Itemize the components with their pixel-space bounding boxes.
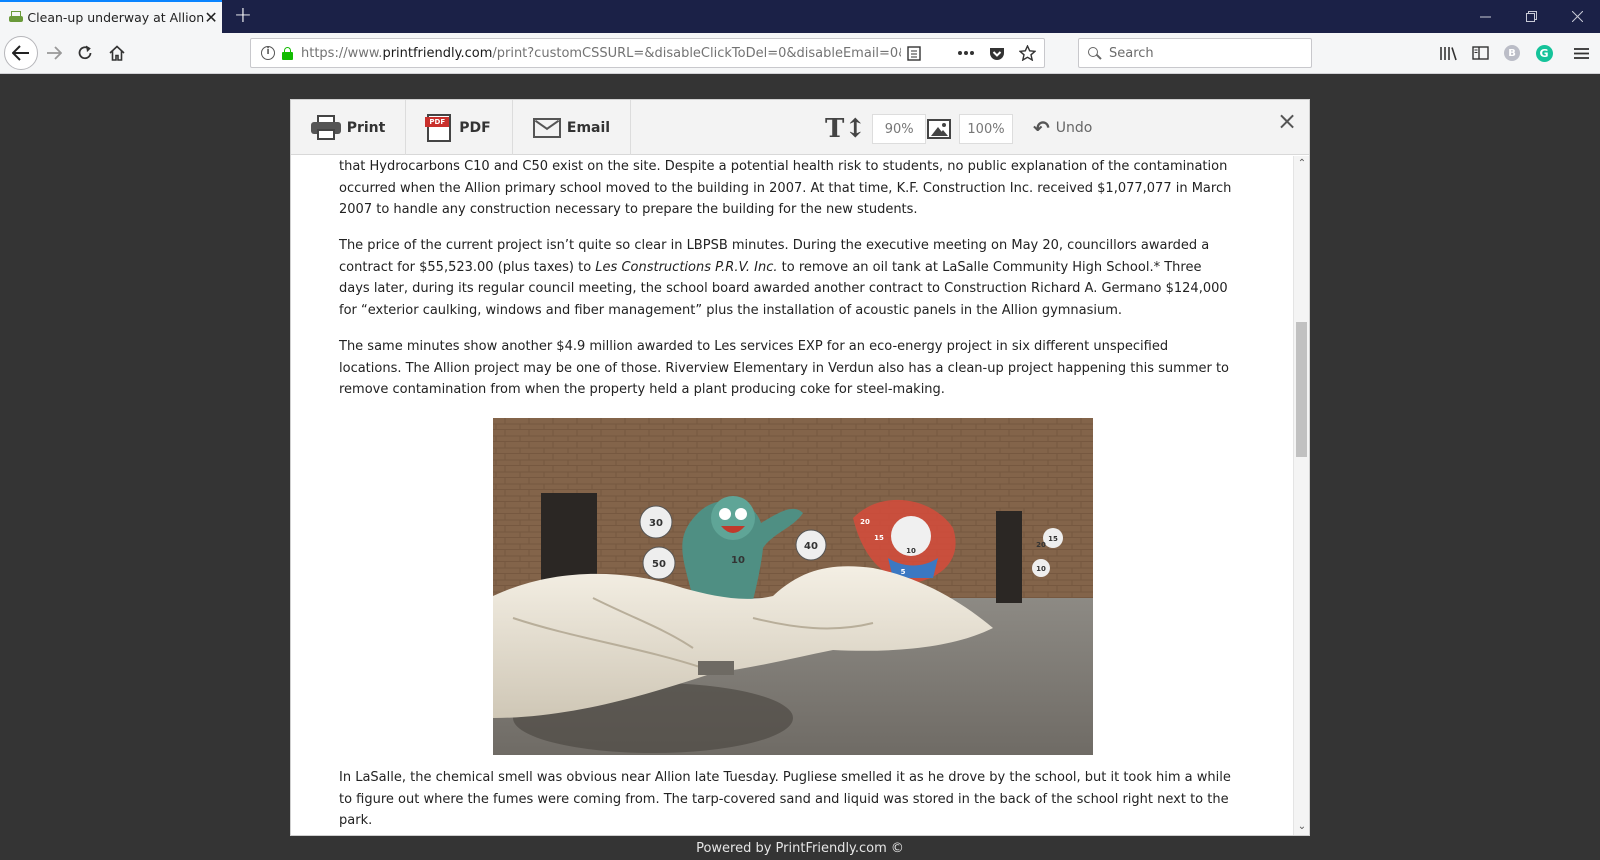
print-label: Print	[346, 119, 386, 136]
mural-number: 30	[649, 518, 663, 529]
close-window-button[interactable]	[1554, 0, 1600, 33]
address-bar[interactable]: i https://www.printfriendly.com/print?cu…	[250, 38, 1045, 68]
back-button[interactable]	[4, 36, 38, 70]
sidebar-icon	[1471, 46, 1489, 60]
extension-b-button[interactable]: B	[1501, 42, 1523, 64]
scrollbar-thumb[interactable]	[1296, 322, 1307, 457]
reader-view-icon[interactable]	[907, 45, 921, 61]
menu-button[interactable]	[1570, 42, 1592, 64]
email-envelope-icon	[532, 117, 561, 138]
text-size-input[interactable]: 90%	[872, 114, 927, 144]
home-button[interactable]	[102, 38, 132, 68]
undo-button[interactable]: ↶ Undo	[1033, 114, 1092, 142]
page-actions-icon[interactable]	[957, 50, 975, 56]
mural-number: 40	[804, 541, 818, 552]
site-info-icon[interactable]: i	[261, 46, 275, 60]
scroll-up-icon[interactable]: ⌃	[1294, 156, 1310, 172]
grammarly-button[interactable]: G	[1533, 42, 1555, 64]
pdf-label: PDF	[459, 119, 491, 136]
search-box[interactable]	[1078, 38, 1312, 68]
printer-icon	[310, 114, 341, 141]
undo-icon: ↶	[1033, 116, 1050, 140]
close-dialog-icon[interactable]: ×	[1275, 109, 1299, 133]
printfriendly-dialog: Print PDF PDF Email T↕ 90% 100% ↶ Undo ×…	[290, 99, 1310, 836]
reload-icon	[78, 45, 92, 60]
mural-number: 10	[1036, 565, 1046, 573]
printfriendly-favicon-icon	[9, 10, 23, 25]
article-paragraph: The price of the current project isn’t q…	[339, 238, 1228, 318]
search-icon	[1088, 46, 1102, 60]
back-arrow-icon	[12, 45, 29, 61]
text-size-icon: T↕	[825, 114, 867, 144]
sidebar-button[interactable]	[1469, 42, 1491, 64]
restore-button[interactable]	[1508, 0, 1554, 33]
tab-close-icon[interactable]: ✕	[204, 7, 218, 29]
text-size-control: T↕ 90%	[825, 114, 927, 144]
content-scrollbar[interactable]: ⌃ ⌄	[1293, 156, 1309, 835]
new-tab-button[interactable]: +	[230, 3, 256, 29]
concrete-block	[698, 661, 734, 675]
forward-button[interactable]	[39, 38, 69, 68]
article-content: that Hydrocarbons C10 and C50 exist on t…	[291, 156, 1293, 835]
mural-number: 50	[652, 559, 666, 570]
scroll-down-icon[interactable]: ⌄	[1294, 819, 1310, 835]
pocket-icon[interactable]	[989, 46, 1005, 61]
reload-button[interactable]	[70, 38, 100, 68]
mural-number: 15	[874, 534, 884, 542]
printfriendly-toolbar: Print PDF PDF Email T↕ 90% 100% ↶ Undo ×	[291, 100, 1309, 155]
restore-icon	[1525, 11, 1537, 22]
mural-number: 5	[901, 568, 906, 576]
grammarly-icon: G	[1535, 44, 1553, 62]
url-text[interactable]: https://www.printfriendly.com/print?cust…	[301, 46, 901, 61]
mural-number: 10	[906, 547, 916, 555]
library-icon	[1440, 46, 1457, 60]
pdf-icon: PDF	[425, 113, 453, 142]
print-button[interactable]: Print	[291, 100, 406, 155]
tab-active[interactable]: Clean-up underway at Allion ✕	[0, 0, 222, 33]
tarp-covered-piles-photo: 30 50 40 10 20 15 10 5 20 15 10	[493, 418, 1093, 755]
image-size-input[interactable]: 100%	[959, 114, 1013, 144]
image-size-control: 100%	[927, 114, 1013, 144]
mural-number: 20	[860, 518, 870, 526]
undo-label: Undo	[1055, 120, 1093, 136]
mural-number: 10	[731, 555, 745, 566]
article-photo: 30 50 40 10 20 15 10 5 20 15 10	[493, 418, 1093, 755]
tab-bar: Clean-up underway at Allion ✕ +	[0, 0, 1600, 33]
company-name: Les Constructions P.R.V. Inc.	[595, 259, 778, 275]
navigation-toolbar: i https://www.printfriendly.com/print?cu…	[0, 33, 1600, 74]
article-paragraph: In LaSalle, the chemical smell was obvio…	[339, 770, 1231, 829]
powered-by-footer[interactable]: Powered by PrintFriendly.com ©	[0, 841, 1600, 856]
library-button[interactable]	[1437, 42, 1459, 64]
close-icon	[1571, 11, 1583, 22]
email-label: Email	[566, 119, 611, 136]
mural-number: 20	[1036, 541, 1046, 549]
tab-title: Clean-up underway at Allion	[27, 10, 205, 25]
address-bar-actions	[907, 39, 1036, 67]
hamburger-menu-icon	[1573, 47, 1589, 59]
search-input[interactable]	[1109, 45, 1299, 61]
image-size-icon	[927, 119, 951, 139]
article-paragraph: that Hydrocarbons C10 and C50 exist on t…	[339, 159, 1232, 218]
bookmark-star-icon[interactable]	[1019, 45, 1036, 61]
mural-number: 15	[1048, 535, 1058, 543]
pdf-button[interactable]: PDF PDF	[406, 100, 513, 155]
forward-arrow-icon	[47, 46, 62, 60]
home-icon	[109, 45, 125, 61]
extension-b-icon: B	[1504, 45, 1520, 61]
minimize-button[interactable]	[1462, 0, 1508, 33]
minimize-icon	[1479, 16, 1491, 18]
article-paragraph: The same minutes show another $4.9 milli…	[339, 339, 1230, 398]
email-button[interactable]: Email	[513, 100, 631, 155]
secure-lock-icon[interactable]	[282, 46, 293, 60]
